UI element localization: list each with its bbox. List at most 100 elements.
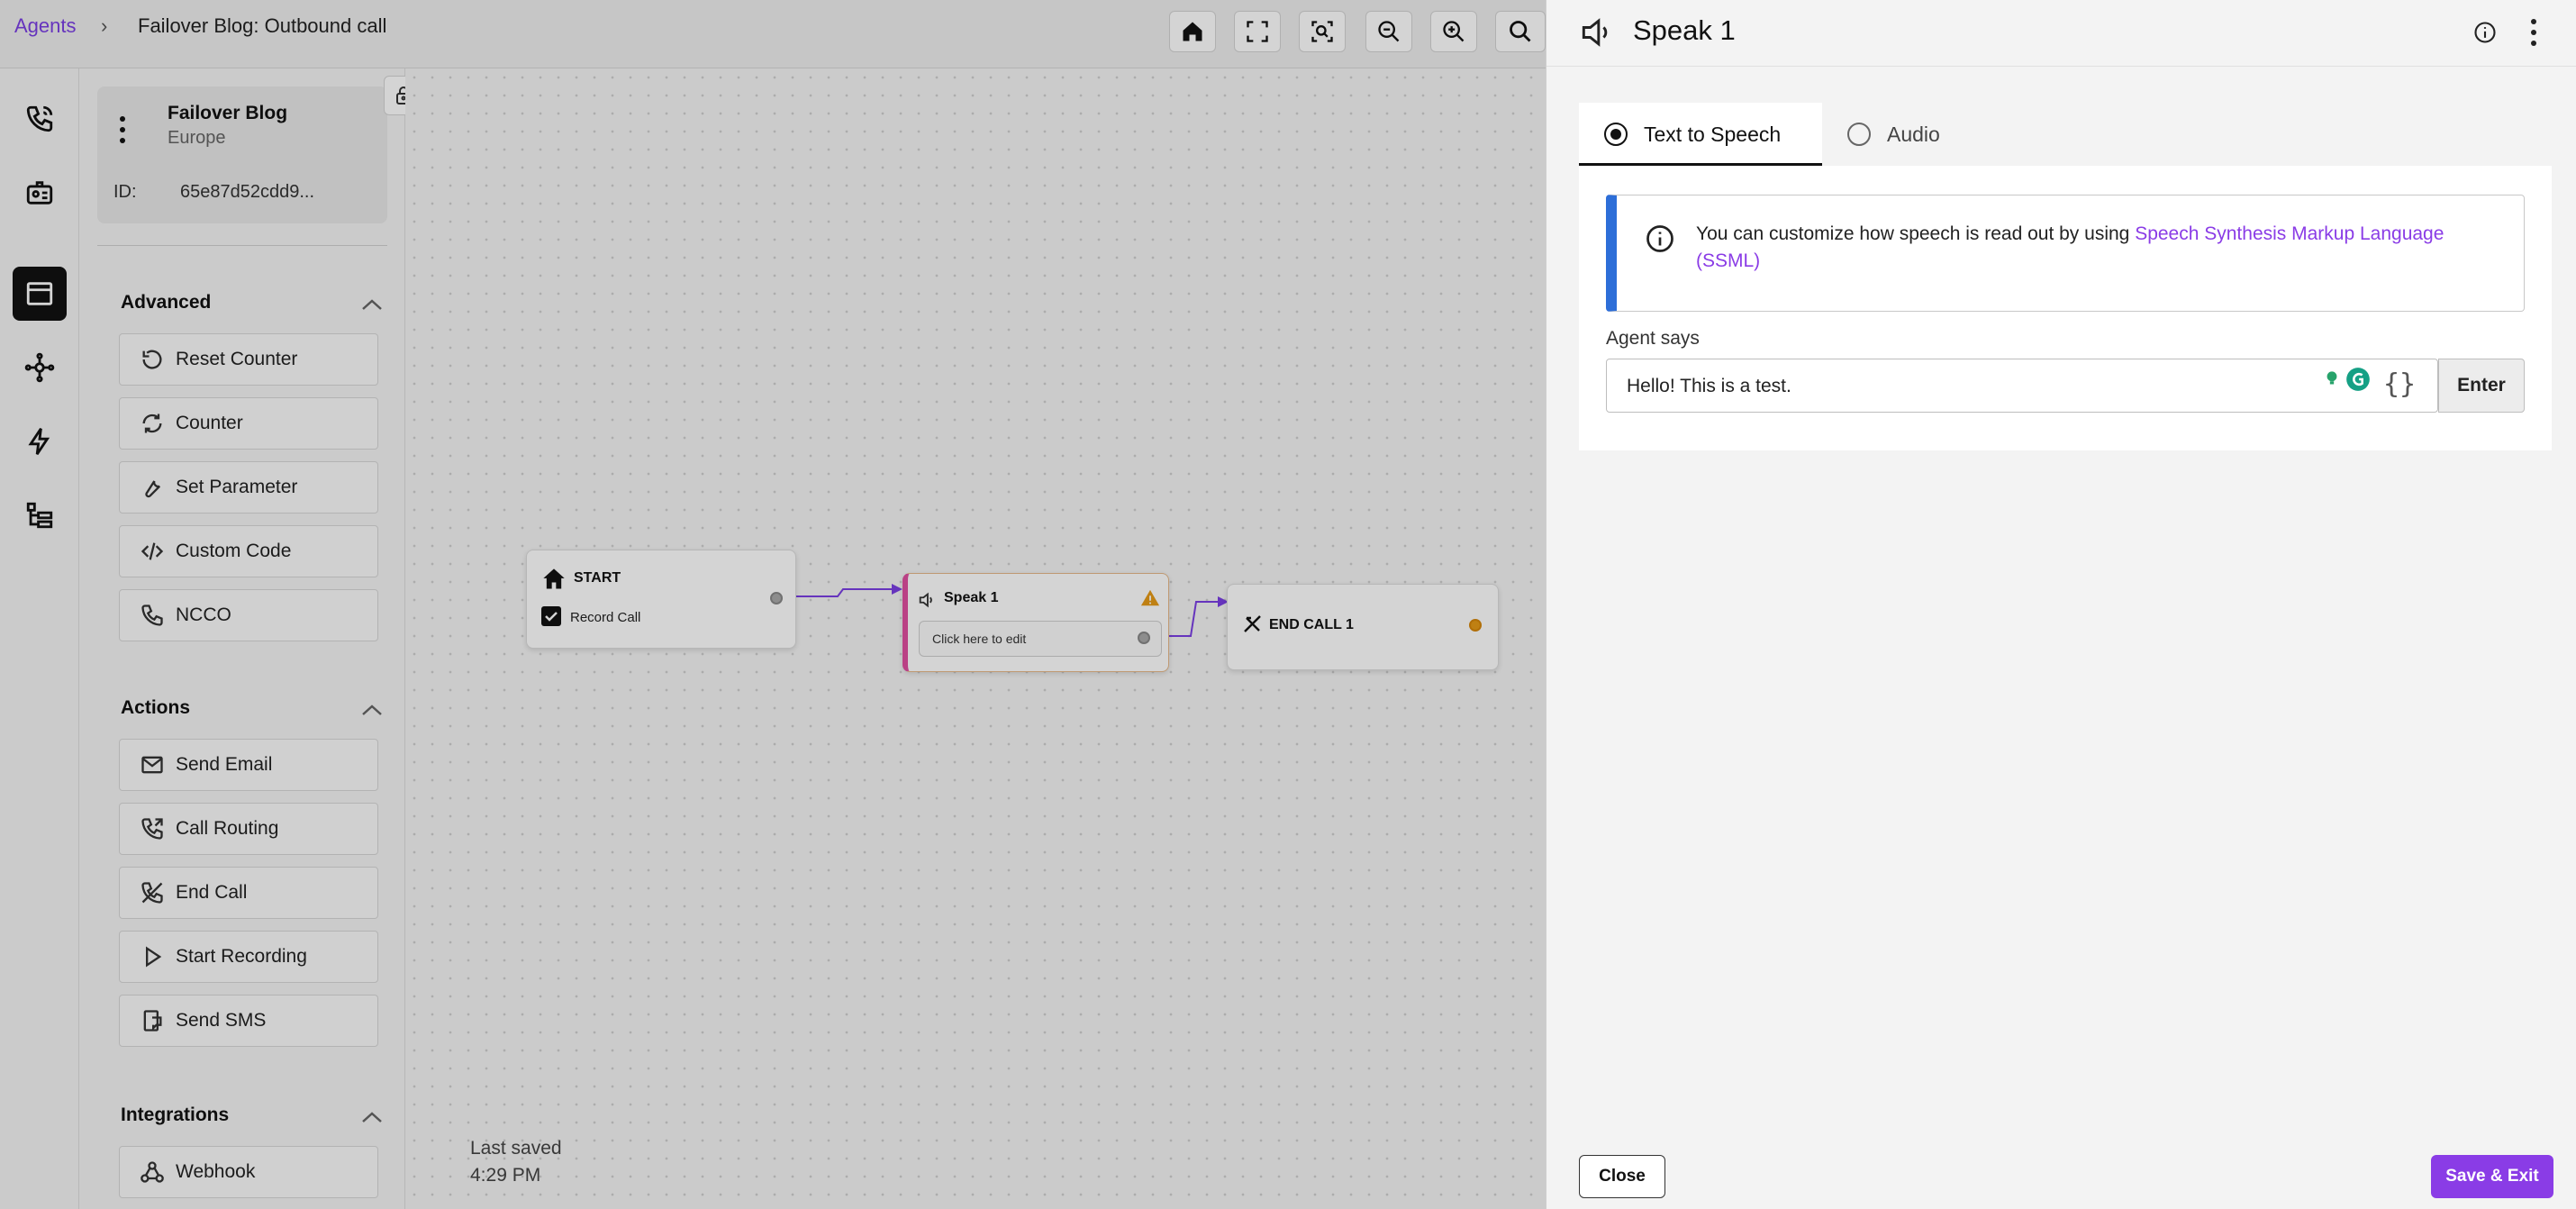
end-call-node[interactable]: END CALL 1 [1227, 584, 1499, 670]
output-port[interactable] [770, 592, 783, 604]
palette-item-ncco[interactable]: NCCO [119, 589, 378, 641]
check-icon [545, 612, 558, 622]
focus-button[interactable] [1299, 11, 1346, 52]
divider [97, 245, 387, 246]
section-actions-title: Actions [121, 697, 191, 718]
home-icon [1183, 22, 1202, 41]
palette-item-label: End Call [176, 882, 248, 903]
breadcrumb-agents-link[interactable]: Agents [14, 14, 77, 38]
bolt-icon [28, 428, 50, 455]
zoom-out-button[interactable] [1365, 11, 1412, 52]
output-port[interactable] [1138, 632, 1150, 644]
end-call-node-title: END CALL 1 [1269, 617, 1354, 632]
speak-node-title: Speak 1 [944, 590, 999, 605]
palette-item-label: Reset Counter [176, 349, 298, 369]
save-exit-button[interactable]: Save & Exit [2431, 1155, 2553, 1198]
speak-edit-placeholder: Click here to edit [932, 632, 1027, 646]
home-button[interactable] [1169, 11, 1216, 52]
palette-item-label: Webhook [176, 1161, 256, 1182]
focus-icon [1311, 21, 1333, 42]
rail-agent[interactable] [13, 166, 67, 220]
wrench-icon [145, 480, 160, 498]
palette-item-send-sms[interactable]: Send SMS [119, 995, 378, 1047]
palette-item-set-parameter[interactable]: Set Parameter [119, 461, 378, 514]
phone-icon [141, 604, 163, 626]
fit-view-button[interactable] [1234, 11, 1281, 52]
section-advanced-title: Advanced [121, 292, 212, 313]
rail-structure[interactable] [13, 488, 67, 542]
tts-content: You can customize how speech is read out… [1579, 166, 2552, 450]
tab-bar: Text to Speech Audio [1579, 103, 2552, 166]
sms-icon [143, 1010, 162, 1032]
palette-item-label: Counter [176, 413, 243, 433]
phone-off-icon [141, 882, 163, 904]
rail-canvas[interactable] [13, 267, 67, 321]
canvas-icon [26, 282, 53, 305]
kebab-menu-icon[interactable] [2526, 16, 2541, 49]
start-node-title: START [574, 570, 621, 586]
agent-says-input[interactable]: Hello! This is a test. {} [1606, 359, 2438, 413]
speak-edit-field[interactable]: Click here to edit [919, 621, 1162, 657]
info-icon [1646, 225, 1673, 252]
tab-label: Audio [1887, 123, 1940, 146]
node-palette: Failover Blog Europe ID: 65e87d52cdd9...… [79, 68, 405, 1209]
zoom-in-icon [1443, 21, 1465, 42]
fit-view-icon [1247, 21, 1268, 42]
input-port[interactable] [1469, 619, 1482, 632]
info-text: You can customize how speech is read out… [1696, 221, 2507, 275]
search-icon [1510, 21, 1531, 42]
palette-item-label: NCCO [176, 604, 231, 625]
tab-label: Text to Speech [1644, 123, 1782, 146]
zoom-in-button[interactable] [1430, 11, 1477, 52]
rail-phone[interactable] [13, 92, 67, 146]
close-button[interactable]: Close [1579, 1155, 1665, 1198]
record-call-label: Record Call [570, 610, 641, 625]
tab-audio[interactable]: Audio [1822, 103, 2002, 166]
search-button[interactable] [1495, 11, 1546, 52]
last-saved-time: 4:29 PM [470, 1165, 541, 1186]
palette-item-label: Start Recording [176, 946, 307, 967]
palette-item-counter[interactable]: Counter [119, 397, 378, 450]
reset-icon [142, 350, 162, 369]
palette-item-start-recording[interactable]: Start Recording [119, 931, 378, 983]
icon-rail [0, 68, 79, 1209]
info-message: You can customize how speech is read out… [1696, 223, 2136, 244]
bulb-icon[interactable] [2320, 367, 2344, 390]
palette-item-webhook[interactable]: Webhook [119, 1146, 378, 1198]
chevron-up-icon[interactable] [360, 703, 384, 717]
grammarly-icon[interactable] [2345, 367, 2371, 392]
start-node[interactable]: START Record Call [526, 550, 796, 649]
chevron-up-icon[interactable] [360, 297, 384, 312]
tab-text-to-speech[interactable]: Text to Speech [1579, 103, 1822, 166]
palette-item-label: Custom Code [176, 541, 292, 561]
rail-nodes[interactable] [13, 341, 67, 395]
agent-id-value: 65e87d52cdd9... [180, 182, 315, 202]
record-call-checkbox[interactable] [541, 606, 561, 626]
play-icon [146, 946, 162, 968]
speaker-icon [919, 592, 932, 608]
info-icon[interactable] [2472, 20, 2498, 45]
palette-item-reset-counter[interactable]: Reset Counter [119, 333, 378, 386]
radio-selected-icon [1604, 123, 1628, 146]
agent-name: Failover Blog [168, 103, 288, 123]
speak-node[interactable]: Speak 1 Click here to edit [903, 573, 1169, 672]
rail-triggers[interactable] [13, 414, 67, 468]
palette-item-custom-code[interactable]: Custom Code [119, 525, 378, 577]
palette-item-call-routing[interactable]: Call Routing [119, 803, 378, 855]
tree-icon [26, 502, 53, 529]
phone-icon [26, 105, 53, 132]
palette-item-label: Set Parameter [176, 477, 298, 497]
palette-item-end-call[interactable]: End Call [119, 867, 378, 919]
enter-button[interactable]: Enter [2438, 359, 2525, 413]
mail-icon [141, 756, 163, 774]
agent-says-label: Agent says [1606, 328, 1700, 349]
palette-item-send-email[interactable]: Send Email [119, 739, 378, 791]
chevron-up-icon[interactable] [360, 1110, 384, 1124]
kebab-menu-icon[interactable] [113, 112, 132, 148]
agent-says-value: Hello! This is a test. [1627, 376, 1791, 396]
nodes-icon [24, 352, 55, 383]
variables-icon[interactable]: {} [2383, 368, 2416, 400]
agent-badge-icon [26, 181, 53, 205]
ssml-info-banner: You can customize how speech is read out… [1606, 195, 2525, 312]
flow-editor: Agents › Failover Blog: Outbound call Fa… [0, 0, 1546, 1209]
